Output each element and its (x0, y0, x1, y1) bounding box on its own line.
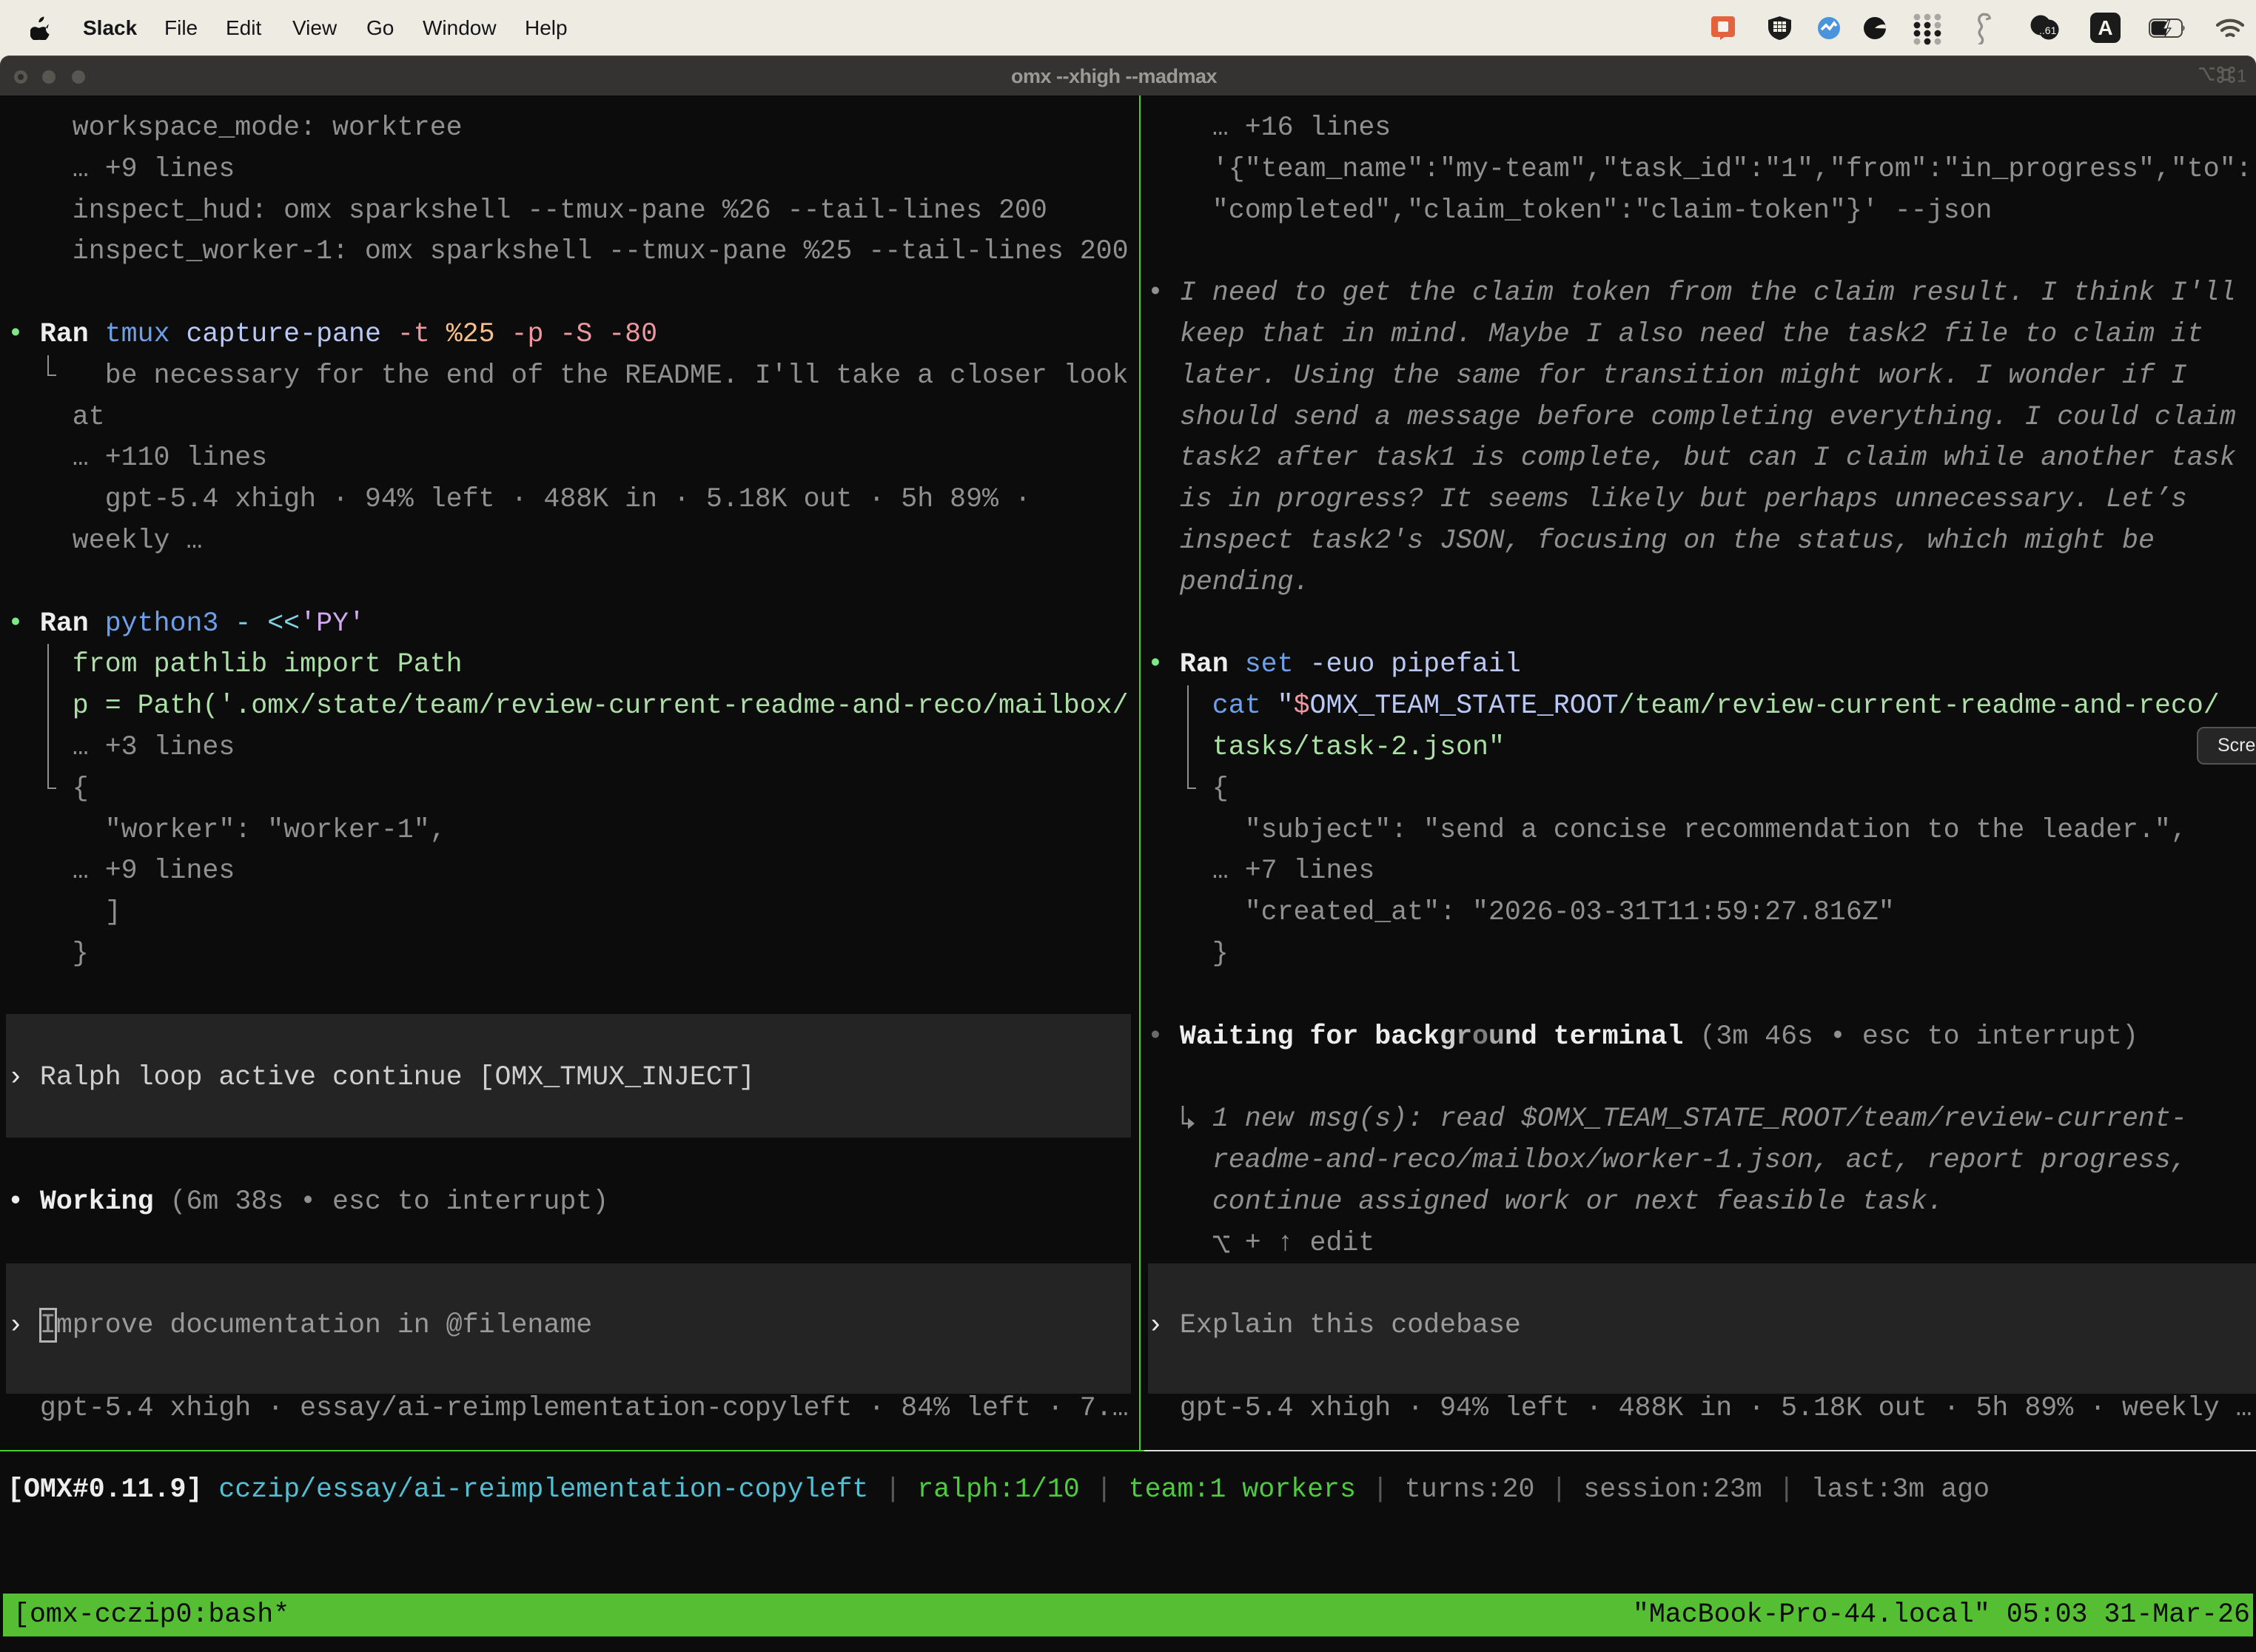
svg-text:1: 1 (2237, 67, 2246, 85)
svg-text:..61: ..61 (2039, 24, 2057, 36)
